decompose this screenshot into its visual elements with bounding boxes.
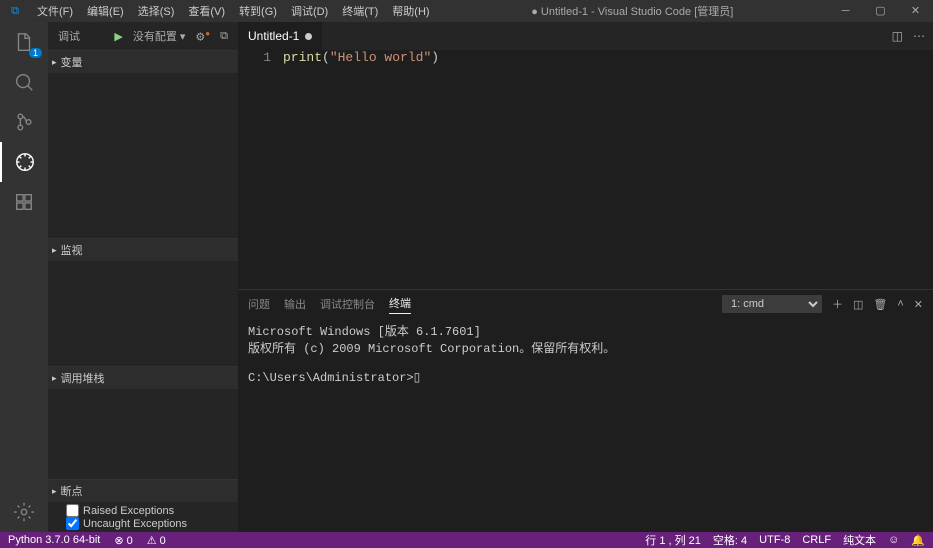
bottom-panel: 问题 输出 调试控制台 终端 1: cmd ＋ ◫ 🗑 ˄ ✕ Microsof…: [238, 289, 933, 532]
maximize-panel-icon[interactable]: ˄: [897, 298, 903, 310]
panel-tabs: 问题 输出 调试控制台 终端 1: cmd ＋ ◫ 🗑 ˄ ✕: [238, 290, 933, 318]
activity-explorer-icon[interactable]: 1: [0, 22, 48, 62]
status-bell-icon[interactable]: 🔔: [911, 534, 925, 547]
section-callstack-header[interactable]: ▸调用堆栈: [48, 367, 238, 389]
side-panel: 调试 ▶ 没有配置 ▾ ⚙● ⧉ ▸变量 ▸监视 ▸调用堆栈 ▸断点 Raise…: [48, 22, 238, 532]
menu-select[interactable]: 选择(S): [131, 3, 182, 19]
editor-area: Untitled-1 ◫ ⋯ 1 print("Hello world") 问题…: [238, 22, 933, 532]
bp-uncaught-checkbox[interactable]: [66, 517, 79, 530]
bp-raised-checkbox[interactable]: [66, 504, 79, 517]
status-ln-col[interactable]: 行 1 , 列 21: [645, 532, 701, 548]
status-language[interactable]: 纯文本: [843, 532, 876, 548]
gear-icon[interactable]: ⚙●: [195, 29, 210, 44]
tab-untitled-1[interactable]: Untitled-1: [238, 22, 323, 50]
config-dropdown[interactable]: 没有配置 ▾: [133, 28, 186, 44]
status-encoding[interactable]: UTF-8: [759, 534, 790, 546]
status-eol[interactable]: CRLF: [802, 534, 831, 546]
side-header: 调试 ▶ 没有配置 ▾ ⚙● ⧉: [48, 22, 238, 50]
status-feedback-icon[interactable]: ☺: [888, 534, 899, 546]
panel-tab-terminal[interactable]: 终端: [389, 295, 411, 314]
section-variables-header[interactable]: ▸变量: [48, 51, 238, 73]
breakpoint-raised[interactable]: Raised Exceptions: [66, 504, 220, 517]
menu-view[interactable]: 查看(V): [181, 3, 232, 19]
activity-debug-icon[interactable]: [0, 142, 48, 182]
vscode-logo-icon: ⧉: [0, 5, 30, 18]
status-python[interactable]: Python 3.7.0 64-bit: [8, 534, 100, 546]
activity-settings-icon[interactable]: [0, 492, 48, 532]
status-warnings[interactable]: ⚠ 0: [147, 534, 166, 547]
main-area: 1 调试 ▶ 没有配置 ▾ ⚙● ⧉ ▸变量 ▸监视 ▸调用堆栈: [0, 22, 933, 532]
status-spaces[interactable]: 空格: 4: [713, 532, 747, 548]
editor-body[interactable]: 1 print("Hello world"): [238, 50, 933, 289]
panel-tab-output[interactable]: 输出: [284, 296, 306, 312]
title-bar: ⧉ 文件(F) 编辑(E) 选择(S) 查看(V) 转到(G) 调试(D) 终端…: [0, 0, 933, 22]
section-breakpoints: ▸断点 Raised Exceptions Uncaught Exception…: [48, 479, 238, 532]
activity-extensions-icon[interactable]: [0, 182, 48, 222]
new-terminal-icon[interactable]: ＋: [832, 296, 843, 312]
menu-edit[interactable]: 编辑(E): [80, 3, 131, 19]
activity-search-icon[interactable]: [0, 62, 48, 102]
tab-dirty-dot-icon: [305, 33, 312, 40]
menu-help[interactable]: 帮助(H): [385, 3, 436, 19]
panel-tab-problems[interactable]: 问题: [248, 296, 270, 312]
close-button[interactable]: ✕: [898, 0, 933, 22]
menu-file[interactable]: 文件(F): [30, 3, 80, 19]
section-watch-header[interactable]: ▸监视: [48, 239, 238, 261]
kill-terminal-icon[interactable]: 🗑: [873, 298, 887, 311]
code-line-1[interactable]: print("Hello world"): [283, 50, 439, 289]
menu-terminal[interactable]: 终端(T): [335, 3, 385, 19]
section-watch: ▸监视: [48, 238, 238, 366]
tab-label: Untitled-1: [248, 29, 299, 43]
more-actions-icon[interactable]: ⋯: [913, 29, 925, 43]
window-title: ● Untitled-1 - Visual Studio Code [管理员]: [437, 3, 828, 19]
side-title: 调试: [58, 28, 114, 44]
menu-debug[interactable]: 调试(D): [284, 3, 335, 19]
start-debug-icon[interactable]: ▶: [114, 30, 122, 43]
activity-scm-icon[interactable]: [0, 102, 48, 142]
close-panel-icon[interactable]: ✕: [914, 298, 923, 311]
split-editor-icon[interactable]: ◫: [892, 29, 903, 43]
section-callstack: ▸调用堆栈: [48, 366, 238, 479]
minimize-button[interactable]: ─: [828, 0, 863, 22]
panel-tab-debug-console[interactable]: 调试控制台: [320, 296, 375, 312]
debug-console-icon[interactable]: ⧉: [220, 30, 228, 43]
line-number: 1: [238, 50, 283, 289]
terminal-select[interactable]: 1: cmd: [722, 295, 822, 313]
breakpoint-uncaught[interactable]: Uncaught Exceptions: [66, 517, 220, 530]
split-terminal-icon[interactable]: ◫: [853, 298, 863, 311]
status-errors[interactable]: ⊗ 0: [114, 534, 132, 547]
section-variables: ▸变量: [48, 50, 238, 238]
maximize-button[interactable]: ▢: [863, 0, 898, 22]
status-bar: Python 3.7.0 64-bit ⊗ 0 ⚠ 0 行 1 , 列 21 空…: [0, 532, 933, 548]
explorer-badge: 1: [29, 48, 42, 58]
tabs-row: Untitled-1 ◫ ⋯: [238, 22, 933, 50]
terminal-body[interactable]: Microsoft Windows [版本 6.1.7601] 版权所有 (c)…: [238, 318, 933, 532]
activity-bar: 1: [0, 22, 48, 532]
section-breakpoints-header[interactable]: ▸断点: [48, 480, 238, 502]
menu-goto[interactable]: 转到(G): [232, 3, 284, 19]
